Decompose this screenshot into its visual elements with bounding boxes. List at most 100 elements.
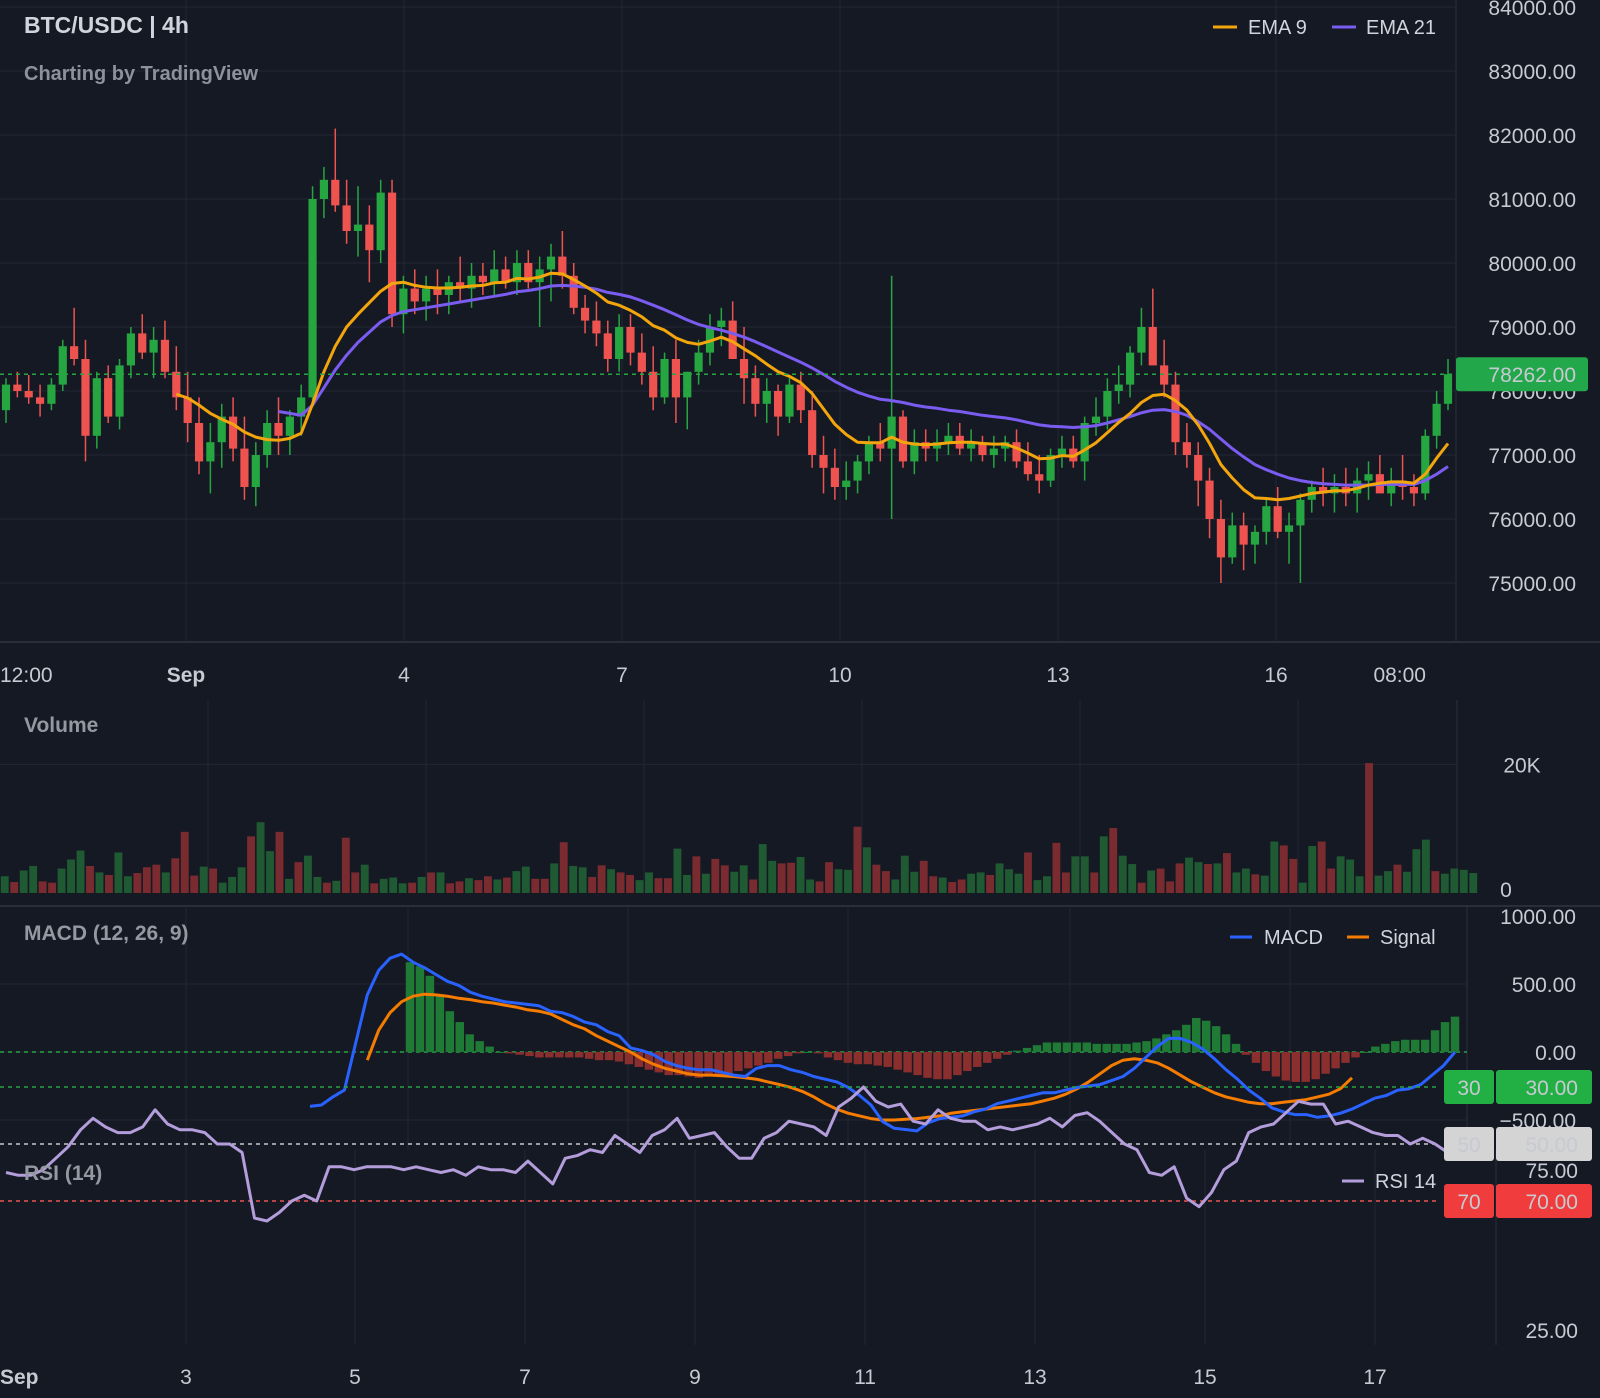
volume-bar [48,882,57,893]
macd-histogram-bar [943,1052,952,1080]
volume-bar [1450,868,1459,893]
volume-bar [948,882,957,893]
candle-body [353,224,363,231]
macd-histogram-bar [1251,1052,1261,1063]
macd-tick-label: 0.00 [1535,1042,1576,1065]
legend-ema21-label: EMA 21 [1366,17,1436,39]
time-tick-label: 10 [828,664,851,687]
volume-bar [1042,876,1051,893]
macd-histogram-bar [1012,1050,1022,1052]
macd-histogram-bar [1341,1052,1350,1063]
volume-bar [1431,871,1440,893]
legend-signal-label: Signal [1380,927,1436,949]
macd-histogram-bar [1002,1052,1012,1055]
volume-tick-label: 20K [1503,754,1540,777]
candle-body [92,378,101,436]
rsi-axis-label: 70.00 [1525,1191,1578,1214]
time-tick-label: 15 [1193,1366,1216,1389]
macd-histogram-bar [1042,1042,1052,1052]
macd-histogram-bar [515,1052,524,1055]
volume-bar [455,881,464,893]
volume-bar [635,880,644,893]
trading-chart[interactable]: 84000.00 83000.00 82000.00 81000.00 80000.00… [0,0,1600,1398]
macd-histogram-bar [1072,1042,1082,1052]
macd-pane [0,952,1467,1133]
macd-histogram-bar [1401,1039,1410,1052]
candle-body [1023,461,1032,475]
candle-body [1148,327,1157,366]
volume-bar [862,847,871,893]
volume-bar [1156,868,1165,893]
volume-bar [1270,841,1279,893]
volume-bar [199,866,208,893]
volume-bar [967,873,976,893]
candle-body [1091,416,1101,423]
macd-histogram-bar [953,1052,962,1076]
macd-histogram-bar [724,1052,733,1074]
candle-body [1035,474,1044,481]
volume-bar [1213,863,1222,893]
macd-histogram-bar [455,1022,464,1052]
price-tick-label: 83000.00 [1488,61,1576,84]
time-axis-top: 12:00 Sep 4 7 10 13 16 08:00 [0,664,1426,687]
volume-bar [1147,870,1156,893]
volume-bar [900,855,909,893]
price-tick-label: 84000.00 [1488,0,1576,20]
time-tick-label: 12:00 [0,664,53,687]
volume-bar [1061,872,1070,893]
volume-bar [1071,856,1080,893]
candle-body [58,346,67,385]
volume-bar [815,881,824,893]
macd-histogram-bar [783,1052,793,1057]
candle-body [1273,506,1282,532]
last-price-label: 78262.00 [1488,364,1576,387]
candle-body [376,192,385,251]
volume-bar [436,872,445,893]
volume-bar [408,882,417,893]
volume-bar [986,874,995,893]
volume-bar [1194,862,1203,893]
volume-bar [1109,828,1118,893]
volume-bar [1393,864,1402,893]
time-tick-label: 5 [349,1366,361,1389]
rsi-legend: RSI 14 [1342,1171,1436,1193]
candle-body [1432,403,1441,436]
candle-body [762,391,771,404]
volume-bar [171,858,180,893]
candle-body [1160,365,1169,385]
macd-histogram-bar [485,1046,494,1052]
volume-bar [1118,855,1127,893]
macd-histogram-bar [1112,1043,1121,1052]
candle-body [490,269,499,283]
volume-bar [1279,845,1288,893]
volume-bar [730,871,739,893]
macd-histogram-bar [614,1052,624,1062]
volume-bar [834,869,843,893]
volume-bar [1014,873,1023,893]
macd-histogram-bar [1172,1030,1181,1052]
volume-bar [303,855,312,893]
price-pane[interactable] [0,128,1456,583]
price-tick-label: 75000.00 [1488,573,1576,596]
candle-body [887,416,896,449]
volume-bar [540,878,549,893]
volume-bar [569,865,578,893]
candle-body [1228,525,1237,558]
candle-body [615,327,624,359]
volume-bar [379,878,388,893]
macd-histogram-bar [445,1011,455,1052]
volume-bar [29,865,38,893]
volume-axis: 20K 0 [1500,754,1541,902]
volume-bar [1384,871,1392,893]
macd-histogram-bar [704,1052,713,1077]
time-tick-label: 08:00 [1373,664,1426,687]
macd-histogram-bar [1221,1034,1231,1052]
macd-histogram-bar [903,1052,912,1073]
macd-histogram-bar [973,1052,982,1067]
volume-bar [1440,873,1449,893]
price-axis: 84000.00 83000.00 82000.00 81000.00 80000.00… [1456,0,1588,596]
macd-histogram-bar [963,1052,972,1072]
macd-histogram-bar [415,966,425,1052]
candle-body [104,378,113,417]
candle-body [1216,519,1226,558]
